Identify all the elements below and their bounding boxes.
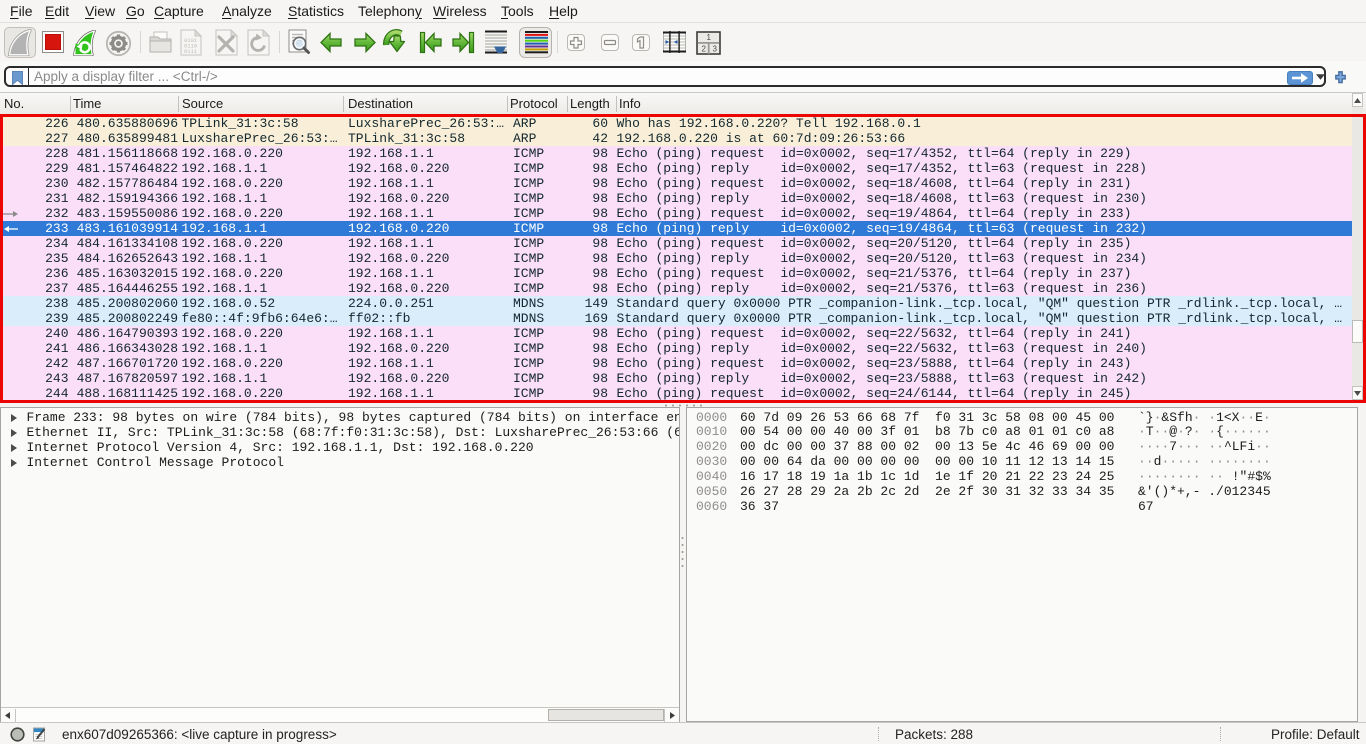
svg-text:3: 3 <box>712 44 717 53</box>
svg-text:0111: 0111 <box>184 48 198 55</box>
svg-text:2: 2 <box>701 44 706 53</box>
svg-text:1: 1 <box>706 33 711 42</box>
